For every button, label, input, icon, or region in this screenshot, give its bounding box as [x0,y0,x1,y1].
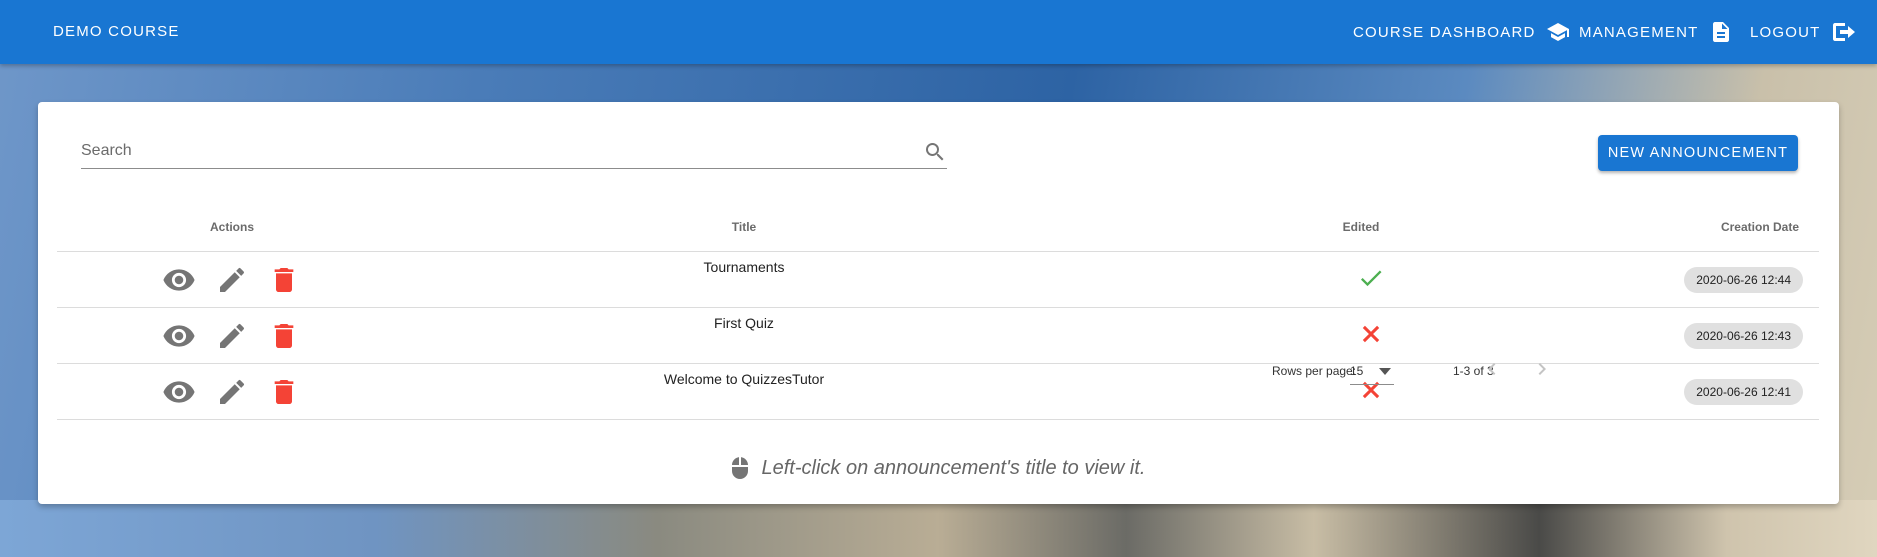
close-icon [1362,325,1380,343]
nav-label: LOGOUT [1750,23,1821,41]
course-name[interactable]: DEMO COURSE [53,0,180,64]
date-chip: 2020-06-26 12:43 [1684,322,1803,349]
management-button[interactable]: MANAGEMENT [1579,0,1733,64]
rows-per-page-select[interactable]: 15 [1350,354,1394,385]
table-row: Tournaments 2020-06-26 12:44 [57,251,1819,308]
new-announcement-button[interactable]: NEW ANNOUNCEMENT [1598,135,1798,171]
school-icon [1546,23,1569,41]
search-label: Search [81,142,132,159]
view-icon[interactable] [162,263,196,297]
mouse-icon [732,457,749,479]
logout-button[interactable]: LOGOUT [1750,0,1857,64]
hint-text: Left-click on announcement's title to vi… [761,456,1146,479]
nav-label: COURSE DASHBOARD [1353,23,1536,41]
nav-label: MANAGEMENT [1579,23,1699,41]
next-page-icon[interactable] [1530,357,1554,384]
edited-cell [1081,251,1641,308]
column-header-creation-date[interactable]: Creation Date [1641,202,1819,252]
table-footer: Rows per page: 15 1-3 of 3 [57,346,1819,398]
check-icon [1360,270,1382,287]
search-icon[interactable] [923,140,947,169]
rows-per-page-value: 15 [1350,364,1364,378]
delete-trash-icon[interactable] [268,264,300,296]
column-header-title[interactable]: Title [407,202,1081,252]
search-field[interactable]: Search [81,136,947,169]
edit-pencil-icon[interactable] [216,264,248,296]
column-header-actions[interactable]: Actions [57,202,407,252]
arrow-drop-down-icon [1379,368,1391,375]
hint: Left-click on announcement's title to vi… [38,456,1839,480]
previous-page-icon[interactable] [1480,357,1504,384]
creation-date-cell: 2020-06-26 12:44 [1641,251,1819,308]
rows-per-page-label: Rows per page: [1272,364,1357,378]
app-bar: DEMO COURSE COURSE DASHBOARD MANAGEMENT … [0,0,1877,64]
announcement-title[interactable]: Tournaments [407,251,1081,308]
date-chip: 2020-06-26 12:44 [1684,266,1803,293]
file-document-icon [1712,22,1729,42]
column-header-edited[interactable]: Edited [1081,202,1641,252]
course-dashboard-button[interactable]: COURSE DASHBOARD [1353,0,1570,64]
actions-cell [57,251,407,308]
logout-icon [1832,23,1855,41]
background-image [0,500,1877,557]
announcements-card: Search NEW ANNOUNCEMENT Actions Title Ed… [38,102,1839,504]
table-header-row: Actions Title Edited Creation Date [57,202,1819,252]
